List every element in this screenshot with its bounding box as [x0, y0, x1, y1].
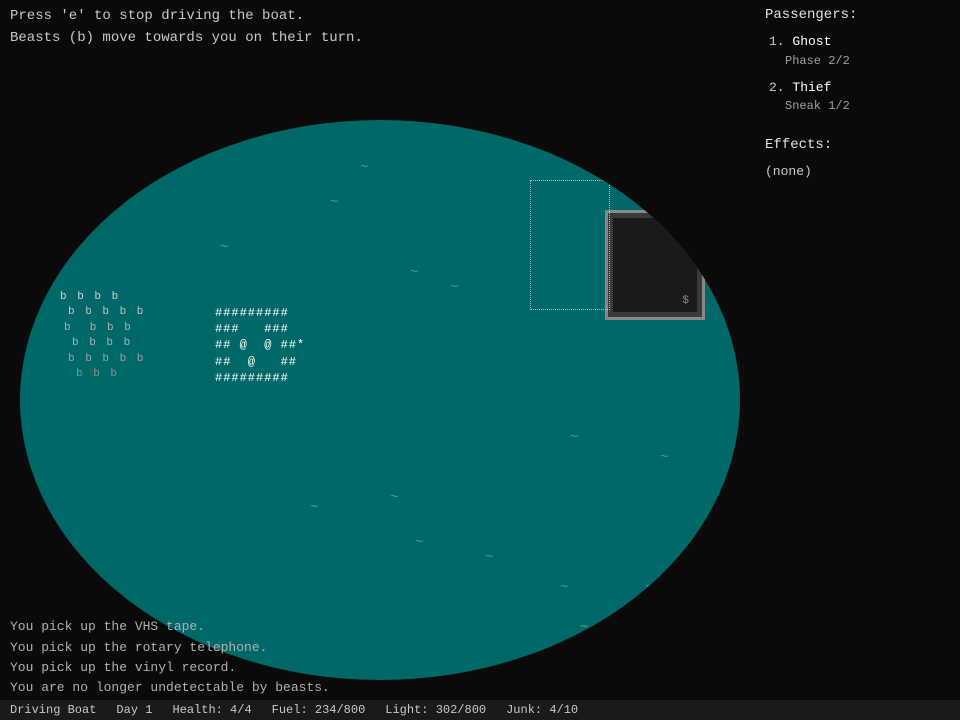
dock-inner: $ — [613, 218, 697, 312]
wave-7: ~ — [660, 450, 668, 466]
wave-1: ~ — [360, 160, 368, 176]
passenger-2-number: 2. — [769, 80, 792, 95]
wave-2: ~ — [330, 195, 338, 211]
wave-13: ~ — [645, 580, 653, 596]
boat-row-4: ## @ ## — [215, 354, 305, 370]
game-canvas: ~ ~ ~ ~ ~ ~ ~ ~ ~ ~ ~ ~ ~ ~ $ b b b b b … — [10, 110, 750, 690]
wave-11: ~ — [485, 550, 493, 566]
boat-row-1: ######### — [215, 305, 305, 321]
dock: $ — [605, 210, 705, 320]
passenger-2: 2. Thief Sneak 1/2 — [769, 78, 950, 116]
wave-3: ~ — [220, 240, 228, 256]
passenger-2-sub: Sneak 1/2 — [785, 97, 950, 115]
ocean: ~ ~ ~ ~ ~ ~ ~ ~ ~ ~ ~ ~ ~ ~ $ b b b b b … — [20, 120, 740, 680]
wave-6: ~ — [570, 430, 578, 446]
beast-row-4: b b b b — [72, 336, 145, 351]
right-dotted-region — [530, 180, 610, 310]
beast-row-6: b b b — [76, 367, 145, 382]
passenger-2-name: Thief — [792, 80, 831, 95]
log-line-1: You pick up the VHS tape. — [10, 617, 330, 637]
status-day: Day 1 — [116, 703, 152, 717]
beast-row-1: b b b b — [60, 290, 145, 305]
effects-section: Effects: (none) — [765, 135, 950, 182]
passenger-1-name: Ghost — [792, 34, 831, 49]
message-log: You pick up the VHS tape. You pick up th… — [10, 617, 330, 698]
boat-row-5: ######### — [215, 370, 305, 386]
passengers-title: Passengers: — [765, 5, 950, 26]
beast-cluster: b b b b b b b b b b b b b b b b b b b b … — [60, 290, 145, 382]
status-fuel: Fuel: 234/800 — [272, 703, 366, 717]
log-line-4: You are no longer undetectable by beasts… — [10, 678, 330, 698]
player-boat-area: ######### ### ### ## @ @ ##* ## @ ## ###… — [215, 305, 305, 386]
wave-12: ~ — [560, 580, 568, 596]
wave-4: ~ — [410, 265, 418, 281]
effects-value: (none) — [765, 162, 950, 182]
boat-row-3: ## @ @ ##* — [215, 337, 305, 353]
passenger-1: 1. Ghost Phase 2/2 — [769, 32, 950, 70]
faint-beasts: b b b b b b b — [25, 572, 55, 620]
passengers-section: Passengers: 1. Ghost Phase 2/2 2. Thief … — [765, 5, 950, 115]
wave-14: ~ — [580, 620, 588, 636]
beast-row-2: b b b b b — [68, 305, 145, 320]
status-bar: Driving Boat Day 1 Health: 4/4 Fuel: 234… — [0, 700, 960, 720]
faint-beast-1: b b — [25, 572, 55, 588]
wave-8: ~ — [390, 490, 398, 506]
status-health: Health: 4/4 — [172, 703, 251, 717]
wave-10: ~ — [415, 535, 423, 551]
log-line-3: You pick up the vinyl record. — [10, 658, 330, 678]
message-line-1: Press 'e' to stop driving the boat. — [10, 5, 363, 27]
faint-beast-2: b b b — [25, 588, 55, 604]
boat-display: ######### ### ### ## @ @ ##* ## @ ## ###… — [215, 305, 305, 386]
boat-row-2: ### ### — [215, 321, 305, 337]
status-light: Light: 302/800 — [385, 703, 486, 717]
sidebar: Passengers: 1. Ghost Phase 2/2 2. Thief … — [765, 5, 950, 182]
passenger-1-number: 1. — [769, 34, 792, 49]
wave-9: ~ — [310, 500, 318, 516]
dock-symbol: $ — [682, 295, 689, 307]
wave-5: ~ — [450, 280, 458, 296]
messages-top: Press 'e' to stop driving the boat. Beas… — [10, 5, 363, 50]
message-line-2: Beasts (b) move towards you on their tur… — [10, 27, 363, 49]
beast-row-5: b b b b b — [68, 352, 145, 367]
beast-row-3: b b b b — [64, 321, 145, 336]
status-junk: Junk: 4/10 — [506, 703, 578, 717]
passenger-1-sub: Phase 2/2 — [785, 52, 950, 70]
effects-title: Effects: — [765, 135, 950, 156]
log-line-2: You pick up the rotary telephone. — [10, 638, 330, 658]
status-mode: Driving Boat — [10, 703, 96, 717]
